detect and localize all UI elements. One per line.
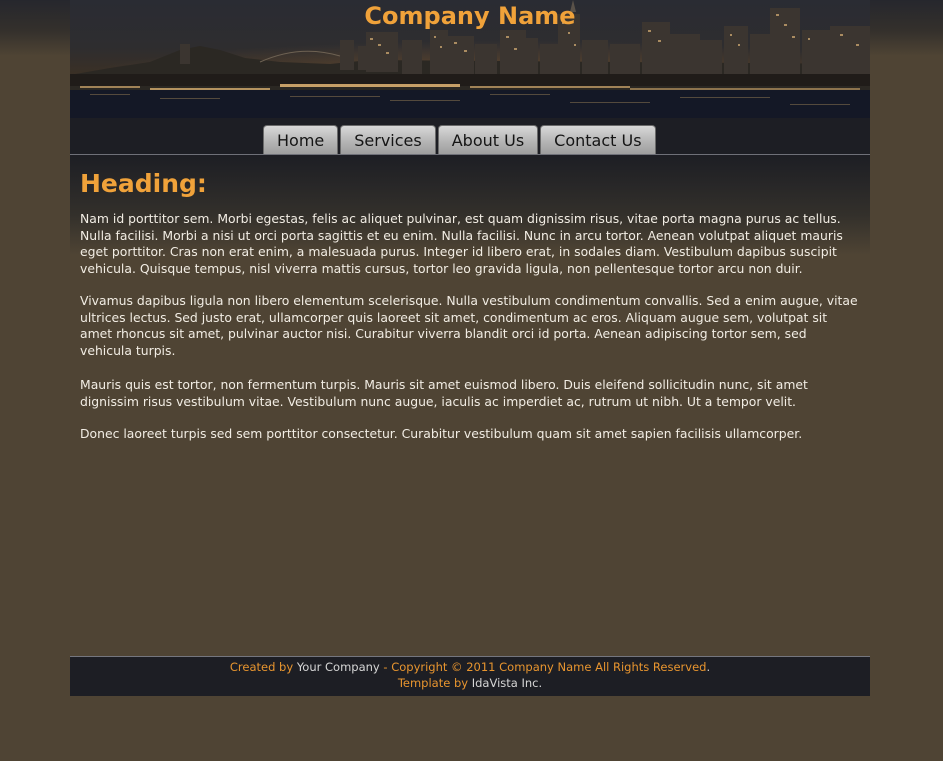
nav-tab-about-us[interactable]: About Us xyxy=(437,125,539,155)
nav-tab-contact-us[interactable]: Contact Us xyxy=(540,125,656,155)
footer-company-link[interactable]: Your Company xyxy=(297,660,380,674)
footer-line-1: Created by Your Company - Copyright © 20… xyxy=(70,659,870,675)
footer-created-by-label: Created by xyxy=(229,660,294,674)
footer: Created by Your Company - Copyright © 20… xyxy=(70,656,870,696)
nav-tab-services[interactable]: Services xyxy=(340,125,436,155)
body-paragraph: Nam id porttitor sem. Morbi egestas, fel… xyxy=(80,211,843,276)
main-content: Heading: Nam id porttitor sem. Morbi ege… xyxy=(70,155,870,656)
page-heading: Heading: xyxy=(80,169,207,198)
nav-tabs: Home Services About Us Contact Us xyxy=(263,125,656,155)
site-title: Company Name xyxy=(364,2,576,30)
body-paragraph: Donec laoreet turpis sed sem porttitor c… xyxy=(80,426,803,441)
header-banner: Company Name xyxy=(70,0,870,118)
nav-bar: Home Services About Us Contact Us xyxy=(70,118,870,155)
body-paragraph: Mauris quis est tortor, non fermentum tu… xyxy=(80,377,808,409)
footer-line-2: Template by IdaVista Inc. xyxy=(70,675,870,691)
footer-period: . xyxy=(706,660,711,674)
body-paragraph: Vivamus dapibus ligula non libero elemen… xyxy=(80,293,858,358)
nav-tab-home[interactable]: Home xyxy=(263,125,339,155)
footer-template-link[interactable]: IdaVista Inc. xyxy=(472,676,542,690)
page-wrapper: Company Name Home Services About Us Cont… xyxy=(70,0,870,761)
footer-template-by-label: Template by xyxy=(397,676,469,690)
footer-copyright: Copyright © 2011 Company Name All Rights… xyxy=(391,660,707,674)
